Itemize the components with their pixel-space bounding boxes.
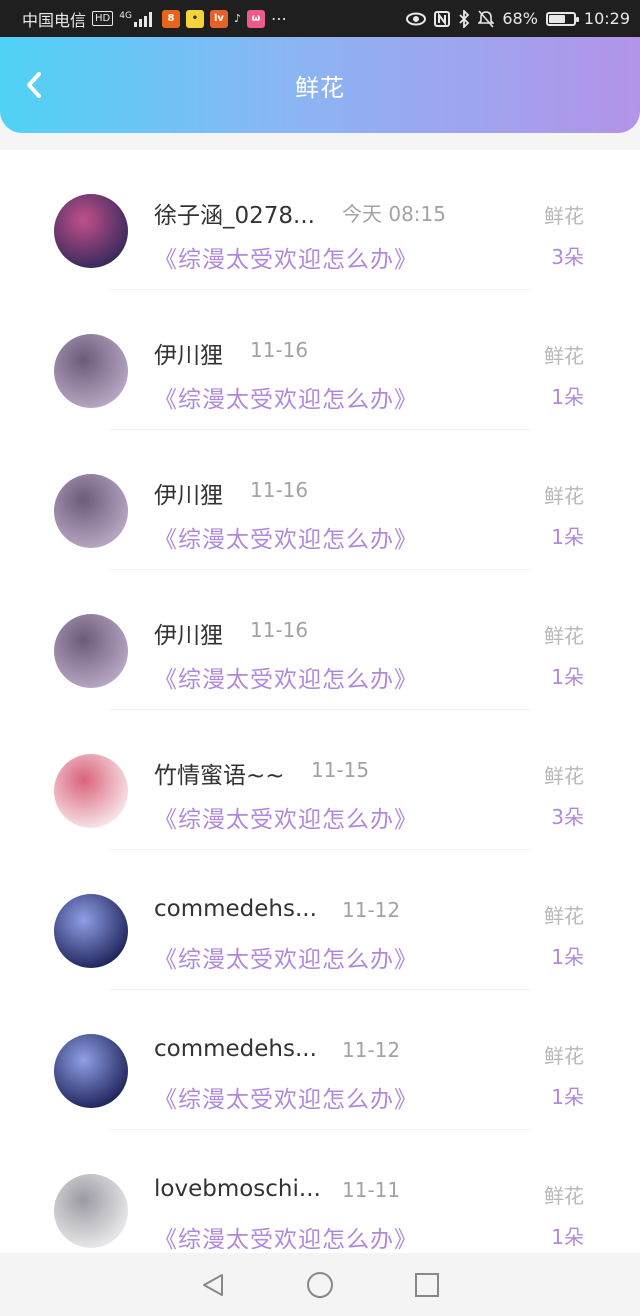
signal-icon: 4G [119,11,156,27]
username[interactable]: commedehs... [154,1036,317,1062]
avatar[interactable] [54,334,128,408]
clock: 10:29 [583,9,630,28]
gift-time: 11-12 [342,898,401,922]
mute-bell-icon [478,9,495,28]
list-item[interactable]: lovebmoschi... 11-11 《综漫太受欢迎怎么办》 鲜花 1朵 [0,1130,640,1253]
gift-count: 1朵 [551,1085,584,1109]
hd-icon: HD [92,11,114,26]
list-item[interactable]: commedehs... 11-12 《综漫太受欢迎怎么办》 鲜花 1朵 [0,850,640,990]
gift-time: 11-16 [250,478,309,502]
flower-gift-list: 徐子涵_0278... 今天 08:15 《综漫太受欢迎怎么办》 鲜花 3朵 伊川狸 11-… [0,150,640,1253]
avatar[interactable] [54,614,128,688]
username[interactable]: 竹情蜜语~~ [154,756,285,790]
more-icon: ⋯ [270,9,287,28]
back-button[interactable] [18,69,50,101]
avatar[interactable] [54,474,128,548]
page-title: 鲜花 [295,73,345,102]
app-notification-icon: 8 [161,9,180,28]
list-item[interactable]: 伊川狸 11-16 《综漫太受欢迎怎么办》 鲜花 1朵 [0,290,640,430]
status-left: 中国电信 HD 4G 8 • lv ♪ ω ⋯ [22,7,287,31]
app-face-icon: ω [246,9,265,28]
recents-square-icon [414,1272,439,1297]
battery-percent: 68% [502,9,538,28]
gift-type-label: 鲜花 [544,1184,584,1208]
gift-time: 11-16 [250,618,309,642]
gift-count: 1朵 [551,525,584,549]
avatar[interactable] [54,894,128,968]
gift-count: 3朵 [551,805,584,829]
gift-count: 1朵 [551,665,584,689]
carrier-label: 中国电信 [22,10,87,30]
username[interactable]: 伊川狸 [154,616,223,650]
gift-time: 11-16 [250,338,309,362]
gift-type-label: 鲜花 [544,484,584,508]
network-type-label: 4G [119,10,132,21]
back-triangle-icon [203,1273,224,1296]
nav-recents-button[interactable] [407,1265,447,1305]
list-item[interactable]: commedehs... 11-12 《综漫太受欢迎怎么办》 鲜花 1朵 [0,990,640,1130]
avatar[interactable] [54,1174,128,1248]
username[interactable]: commedehs... [154,896,317,922]
gift-time: 今天 08:15 [342,202,446,226]
gift-time: 11-11 [342,1178,401,1202]
status-bar: 中国电信 HD 4G 8 • lv ♪ ω ⋯ 68% 10:29 [0,0,640,37]
book-title-link[interactable]: 《综漫太受欢迎怎么办》 [154,800,418,834]
list-item[interactable]: 伊川狸 11-16 《综漫太受欢迎怎么办》 鲜花 1朵 [0,430,640,570]
nav-home-button[interactable] [300,1265,340,1305]
book-title-link[interactable]: 《综漫太受欢迎怎么办》 [154,940,418,974]
book-title-link[interactable]: 《综漫太受欢迎怎么办》 [154,380,418,414]
chevron-left-icon [27,72,41,98]
battery-fill [548,14,566,23]
avatar[interactable] [54,194,128,268]
username[interactable]: 伊川狸 [154,336,223,370]
nfc-icon [434,10,451,27]
list-item[interactable]: 徐子涵_0278... 今天 08:15 《综漫太受欢迎怎么办》 鲜花 3朵 [0,150,640,290]
list-item[interactable]: 伊川狸 11-16 《综漫太受欢迎怎么办》 鲜花 1朵 [0,570,640,710]
gift-time: 11-15 [311,758,370,782]
gift-type-label: 鲜花 [544,764,584,788]
video-notification-icon: lv [209,9,228,28]
system-nav-bar [0,1253,640,1316]
gift-type-label: 鲜花 [544,204,584,228]
chat-notification-icon: • [185,9,204,28]
nav-back-button[interactable] [193,1265,233,1305]
book-title-link[interactable]: 《综漫太受欢迎怎么办》 [154,1080,418,1114]
eye-icon [406,12,427,26]
gift-type-label: 鲜花 [544,344,584,368]
gift-type-label: 鲜花 [544,624,584,648]
gift-count: 1朵 [551,385,584,409]
music-icon: ♪ [233,12,241,25]
username[interactable]: lovebmoschi... [154,1176,321,1202]
gift-count: 3朵 [551,245,584,269]
gift-time: 11-12 [342,1038,401,1062]
bluetooth-icon [458,9,470,28]
gift-type-label: 鲜花 [544,904,584,928]
home-circle-icon [306,1271,333,1298]
book-title-link[interactable]: 《综漫太受欢迎怎么办》 [154,240,418,274]
username[interactable]: 伊川狸 [154,476,223,510]
list-item[interactable]: 竹情蜜语~~ 11-15 《综漫太受欢迎怎么办》 鲜花 3朵 [0,710,640,850]
gift-count: 1朵 [551,945,584,969]
battery-icon [545,11,579,26]
gift-type-label: 鲜花 [544,1044,584,1068]
book-title-link[interactable]: 《综漫太受欢迎怎么办》 [154,520,418,554]
book-title-link[interactable]: 《综漫太受欢迎怎么办》 [154,660,418,694]
book-title-link[interactable]: 《综漫太受欢迎怎么办》 [154,1220,418,1253]
gift-count: 1朵 [551,1225,584,1249]
avatar[interactable] [54,754,128,828]
status-right: 68% 10:29 [406,9,630,28]
username[interactable]: 徐子涵_0278... [154,196,315,230]
avatar[interactable] [54,1034,128,1108]
header-bar: 鲜花 [0,37,640,133]
